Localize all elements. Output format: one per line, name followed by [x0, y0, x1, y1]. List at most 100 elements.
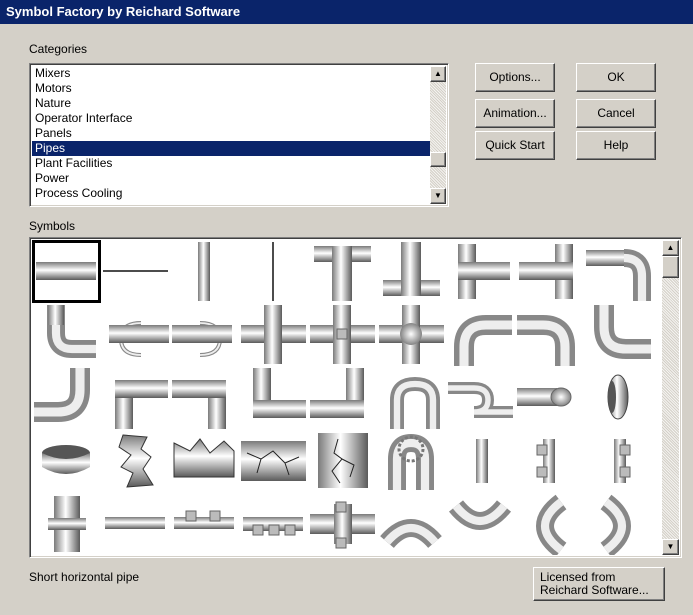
pipe-tee-left-icon [519, 244, 573, 299]
symbol-cell[interactable] [308, 492, 377, 555]
symbol-cell[interactable] [170, 366, 239, 429]
symbols-label: Symbols [29, 219, 76, 233]
symbol-cell[interactable] [170, 303, 239, 366]
scroll-thumb[interactable] [430, 152, 446, 167]
pipe-tee-down-icon [314, 246, 371, 301]
license-button[interactable]: Licensed from Reichard Software... [533, 567, 665, 601]
symbol-cell[interactable] [101, 366, 170, 429]
symbol-cell[interactable] [584, 240, 653, 303]
symbol-cell[interactable] [308, 240, 377, 303]
symbol-cell[interactable] [515, 366, 584, 429]
scroll-down-icon[interactable]: ▼ [662, 539, 679, 555]
symbol-cell[interactable] [32, 240, 101, 303]
symbol-cell[interactable] [32, 303, 101, 366]
bolted-pipe-segment-icon [243, 517, 303, 536]
symbol-cell[interactable] [446, 492, 515, 555]
cracked-pipe-vertical-icon [318, 433, 368, 488]
symbol-cell[interactable] [446, 429, 515, 492]
symbol-cell[interactable] [584, 492, 653, 555]
pipe-tee-right-icon [458, 244, 510, 299]
scroll-up-icon[interactable]: ▲ [430, 66, 446, 82]
pipe-end-cap-icon [517, 387, 572, 407]
symbol-cell[interactable] [515, 240, 584, 303]
category-item[interactable]: Plant Facilities [32, 156, 430, 171]
symbol-cell[interactable] [170, 429, 239, 492]
scroll-down-icon[interactable]: ▼ [430, 188, 446, 204]
options-button[interactable]: Options... [475, 63, 555, 92]
category-item[interactable]: Motors [32, 81, 430, 96]
quick-start-button[interactable]: Quick Start [475, 131, 555, 160]
symbol-cell[interactable] [308, 429, 377, 492]
symbol-cell[interactable] [515, 492, 584, 555]
symbol-cell[interactable] [101, 303, 170, 366]
symbol-cell[interactable] [377, 366, 446, 429]
scroll-thumb[interactable] [662, 256, 679, 278]
ok-button[interactable]: OK [576, 63, 656, 92]
category-item[interactable]: Mixers [32, 66, 430, 81]
animation-button[interactable]: Animation... [475, 99, 555, 128]
pipe-z-bend-icon [448, 382, 513, 418]
symbol-cell[interactable] [377, 240, 446, 303]
broken-pipe-vertical-icon [118, 434, 154, 488]
category-item[interactable]: Power [32, 171, 430, 186]
symbol-cell[interactable] [32, 366, 101, 429]
symbol-cell[interactable] [515, 429, 584, 492]
symbol-cell[interactable] [32, 429, 101, 492]
status-text: Short horizontal pipe [29, 570, 140, 584]
flat-pipe-segment-icon [105, 517, 165, 529]
category-item[interactable]: Process Cooling [32, 186, 430, 201]
symbol-cell[interactable] [239, 492, 308, 555]
symbol-cell[interactable] [170, 492, 239, 555]
thin-horizontal-pipe-icon [103, 270, 168, 272]
symbol-cell[interactable] [308, 366, 377, 429]
vertical-pipe-section-icon [476, 439, 488, 483]
symbols-scrollbar[interactable]: ▲ ▼ [662, 240, 679, 555]
categories-listbox[interactable]: Mixers Motors Nature Operator Interface Pane… [29, 63, 449, 207]
half-circle-bend-right-icon [600, 494, 631, 555]
symbol-cell[interactable] [239, 240, 308, 303]
symbol-cell[interactable] [377, 492, 446, 555]
title-bar: Symbol Factory by Reichard Software [0, 0, 693, 24]
symbol-cell[interactable] [239, 429, 308, 492]
symbol-cell[interactable] [32, 492, 101, 555]
pipe-elbow-up-right-icon [594, 305, 651, 359]
pipe-elbow-tee-icon [586, 249, 651, 301]
pipe-cross-round-icon [379, 305, 444, 364]
flanged-vertical-pipe-2-icon [614, 439, 631, 483]
symbol-cell[interactable] [239, 303, 308, 366]
flanged-u-bend-icon [388, 433, 434, 490]
category-item[interactable]: Operator Interface [32, 111, 430, 126]
flanged-vertical-pipe-icon [536, 439, 555, 483]
symbol-cell[interactable] [101, 429, 170, 492]
symbol-cell[interactable] [584, 366, 653, 429]
symbol-cell[interactable] [584, 429, 653, 492]
pipe-elbow-u-icon [47, 305, 96, 358]
symbol-cell[interactable] [584, 303, 653, 366]
category-item[interactable]: Panels [32, 126, 430, 141]
categories-scrollbar[interactable]: ▲ ▼ [430, 66, 446, 204]
symbol-cell[interactable] [101, 492, 170, 555]
cancel-button[interactable]: Cancel [576, 99, 656, 128]
symbol-cell[interactable] [446, 366, 515, 429]
categories-label: Categories [29, 42, 88, 56]
category-item[interactable]: Pipes [32, 141, 430, 156]
scroll-up-icon[interactable]: ▲ [662, 240, 679, 256]
symbol-cell[interactable] [515, 303, 584, 366]
symbol-cell[interactable] [239, 366, 308, 429]
help-button[interactable]: Help [576, 131, 656, 160]
license-line-2: Reichard Software... [540, 583, 649, 597]
symbol-cell[interactable] [101, 240, 170, 303]
category-item[interactable]: Nature [32, 96, 430, 111]
symbol-cell[interactable] [377, 303, 446, 366]
categories-list-items: Mixers Motors Nature Operator Interface Pane… [32, 66, 430, 201]
cracked-pipe-icon [241, 441, 306, 481]
short-vertical-pipe-icon [198, 242, 210, 301]
pipe-s-bend-icon [390, 376, 440, 429]
symbol-cell[interactable] [446, 303, 515, 366]
symbol-cell[interactable] [170, 240, 239, 303]
symbol-cell[interactable] [446, 240, 515, 303]
symbol-cell[interactable] [377, 429, 446, 492]
pipe-cross-section-icon [42, 445, 90, 474]
symbol-cell[interactable] [308, 303, 377, 366]
symbols-panel[interactable]: ▲ ▼ [29, 237, 682, 558]
